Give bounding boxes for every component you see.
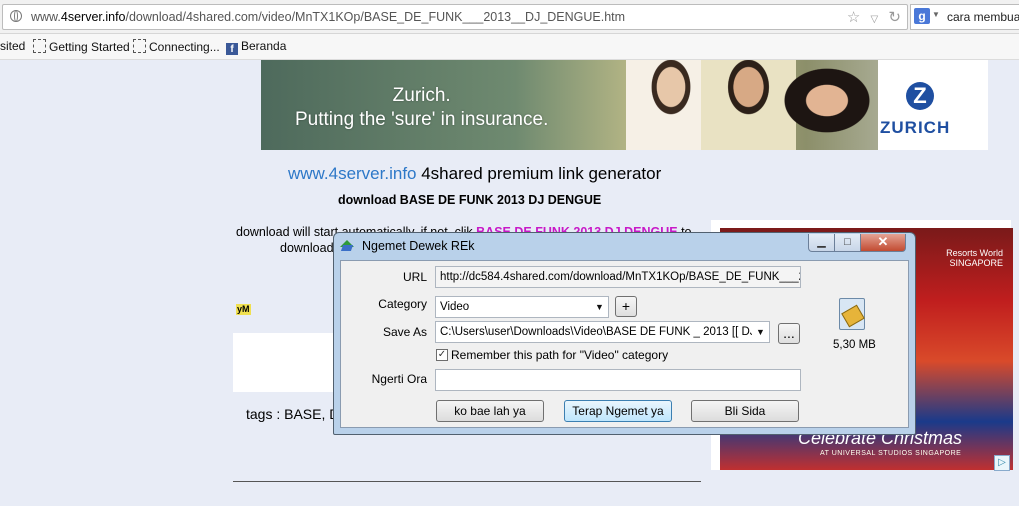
bookmark-beranda[interactable]: f Beranda — [226, 39, 286, 55]
dropdown-icon[interactable]: ▽ — [871, 14, 879, 25]
download-instructions-line2: download — [280, 241, 334, 255]
file-size: 5,30 MB — [833, 339, 876, 351]
close-button[interactable]: ✕ — [860, 234, 906, 252]
bookmarks-bar: sited Getting Started Connecting... f Ber… — [0, 34, 1019, 60]
saveas-select[interactable]: C:\Users\user\Downloads\Video\BASE DE FU… — [435, 321, 770, 343]
search-box[interactable]: g ▼ cara membuat — [910, 4, 1019, 30]
remember-path-label: Remember this path for "Video" category — [451, 348, 669, 362]
site-title: www.4server.info 4shared premium link ge… — [288, 164, 662, 183]
search-input[interactable]: cara membuat — [947, 10, 1019, 24]
zurich-banner-ad[interactable]: Zurich. Putting the 'sure' in insurance.… — [261, 60, 988, 150]
description-label: Ngerti Ora — [371, 372, 427, 386]
banner-slogan: Zurich. Putting the 'sure' in insurance. — [295, 85, 549, 130]
site-link[interactable]: www.4server.info — [288, 164, 417, 183]
star-icon[interactable]: ☆ — [847, 9, 860, 26]
minimize-button[interactable]: ▁ — [808, 234, 835, 252]
zurich-logo-icon: Z — [906, 82, 934, 110]
chevron-down-icon[interactable]: ▼ — [752, 322, 769, 342]
dialog-title: Ngemet Dewek REk — [362, 239, 475, 253]
address-toolbar: www.4server.info/download/4shared.com/vi… — [0, 0, 1019, 34]
cancel-button[interactable]: Bli Sida — [691, 400, 799, 422]
ad-subline: AT UNIVERSAL STUDIOS SINGAPORE — [820, 450, 962, 457]
zurich-logo-text: ZURICH — [880, 118, 951, 137]
chevron-down-icon[interactable]: ▼ — [591, 297, 608, 317]
address-bar[interactable]: www.4server.info/download/4shared.com/vi… — [2, 4, 908, 30]
saveas-label: Save As — [382, 325, 427, 339]
category-select[interactable]: Video ▼ — [435, 296, 609, 318]
remember-path-checkbox[interactable]: ✓ — [436, 349, 448, 361]
maximize-button[interactable]: □ — [834, 234, 861, 252]
url-text[interactable]: www.4server.info/download/4shared.com/vi… — [31, 10, 625, 24]
download-title: download BASE DE FUNK 2013 DJ DENGUE — [338, 193, 602, 207]
dialog-titlebar[interactable]: Ngemet Dewek REk ▁ □ ✕ — [334, 233, 915, 259]
reload-icon[interactable]: ↻ — [888, 9, 901, 26]
bookmark-most-visited[interactable]: sited — [0, 39, 25, 53]
download-later-button[interactable]: ko bae lah ya — [436, 400, 544, 422]
search-engine-dropdown-icon[interactable]: ▼ — [932, 10, 940, 19]
bookmark-getting-started[interactable]: Getting Started — [33, 39, 130, 54]
bookmark-page-icon — [133, 39, 146, 53]
idm-app-icon — [340, 240, 354, 252]
tags-text: tags : BASE, D — [246, 406, 340, 422]
ym-badge-icon[interactable]: yM — [236, 304, 251, 315]
globe-icon — [10, 10, 22, 22]
adchoices-icon[interactable]: ▷ — [994, 455, 1010, 471]
bookmark-page-icon — [33, 39, 46, 53]
description-input[interactable] — [435, 369, 801, 391]
url-field[interactable]: http://dc584.4shared.com/download/MnTX1K… — [435, 266, 801, 288]
url-label: URL — [402, 270, 427, 284]
video-file-icon — [839, 298, 865, 330]
google-icon[interactable]: g — [914, 8, 930, 24]
browse-button[interactable]: ... — [778, 323, 800, 344]
ad-resorts-world-logo: Resorts World SINGAPORE — [946, 248, 1003, 268]
add-category-button[interactable]: + — [615, 296, 637, 317]
bookmark-connecting[interactable]: Connecting... — [133, 39, 220, 54]
content-box — [233, 333, 337, 392]
facebook-icon: f — [226, 43, 238, 55]
banner-photo-woman — [761, 60, 881, 150]
category-label: Category — [378, 297, 427, 311]
divider — [233, 481, 701, 482]
start-download-button[interactable]: Terap Ngemet ya — [564, 400, 672, 422]
